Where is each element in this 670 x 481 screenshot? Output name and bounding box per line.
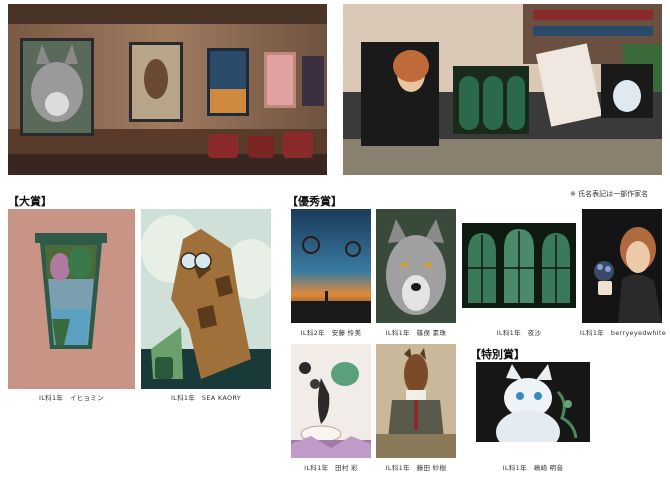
special-prize-heading: 【特別賞】 <box>470 348 525 361</box>
artwork-excellence-4 <box>582 209 662 323</box>
artwork-excellence-3 <box>462 223 576 308</box>
exhibition-photo-wall <box>8 4 327 175</box>
caption-grand-2: IL科1年 SEA KAORY <box>170 394 242 402</box>
caption-excellence-1: IL科2年 安藤 怜美 <box>300 329 362 337</box>
caption-excellence-5: IL科1年 田村 彩 <box>304 464 358 472</box>
artwork-grand-1 <box>8 209 135 389</box>
artwork-excellence-1 <box>291 209 371 323</box>
exhibition-photo-lounge <box>343 4 662 175</box>
artwork-excellence-6 <box>376 344 456 458</box>
caption-excellence-2: IL科1年 篠俣 素珠 <box>385 329 447 337</box>
caption-excellence-3: IL科1年 夜沙 <box>496 329 542 337</box>
name-notice: ※ 氏名表記は一部作家名 <box>570 190 649 198</box>
artwork-excellence-5 <box>291 344 371 458</box>
caption-special-1: IL科1年 嶋崎 明音 <box>502 464 564 472</box>
artwork-excellence-2 <box>376 209 456 323</box>
excellence-heading: 【優秀賞】 <box>287 195 342 208</box>
artwork-grand-2 <box>141 209 271 389</box>
artwork-special-1 <box>476 362 590 442</box>
grand-prize-heading: 【大賞】 <box>8 195 52 208</box>
caption-grand-1: IL科1年 イヒョミン <box>39 394 104 402</box>
caption-excellence-4: IL科1年 berryeyedwhite <box>579 329 667 337</box>
caption-excellence-6: IL科1年 藤田 紗樹 <box>385 464 447 472</box>
